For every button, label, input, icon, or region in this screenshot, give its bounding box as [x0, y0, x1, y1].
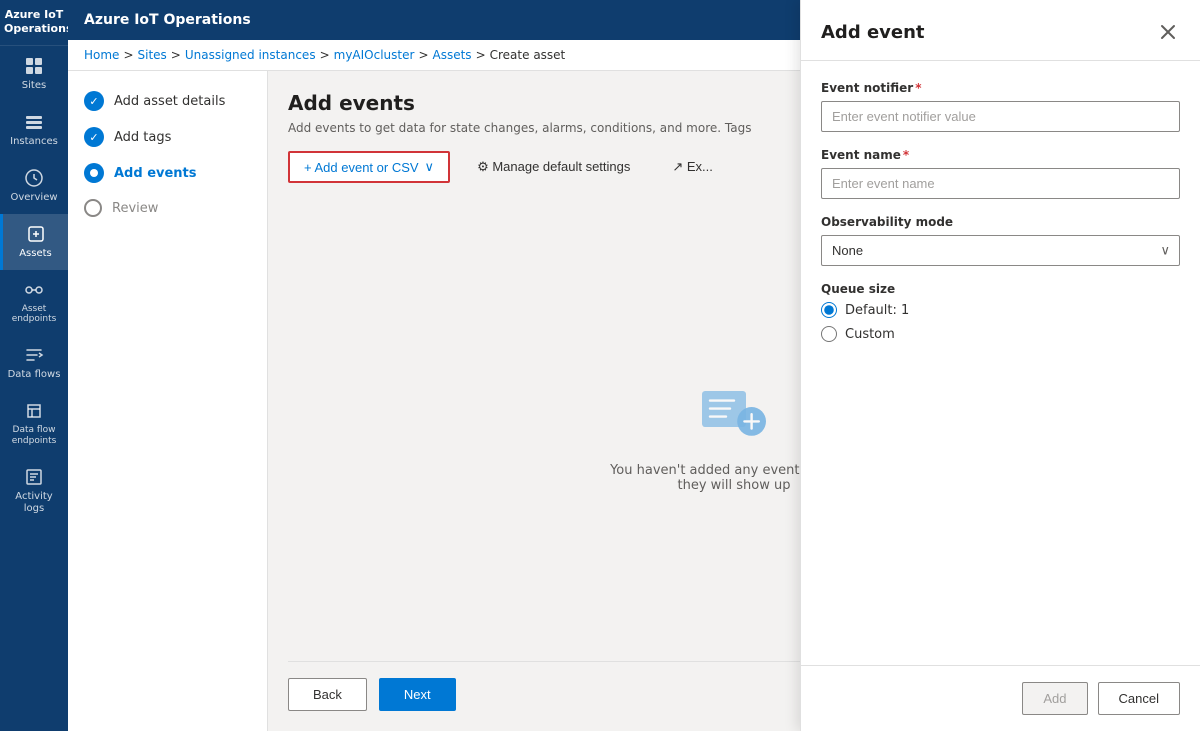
dropdown-chevron: ∨: [425, 159, 435, 175]
sidebar-item-data-flows[interactable]: Data flows: [0, 335, 68, 391]
sidebar-item-label: Overview: [10, 192, 57, 204]
breadcrumb-unassigned-instances[interactable]: Unassigned instances: [185, 48, 316, 62]
queue-size-default-radio[interactable]: [821, 302, 837, 318]
queue-size-custom-option[interactable]: Custom: [821, 326, 1180, 342]
panel-footer: Add Cancel: [801, 665, 1200, 731]
manage-settings-label: ⚙ Manage default settings: [477, 159, 630, 175]
add-event-csv-label: + Add event or CSV: [304, 160, 419, 175]
empty-text2: they will show up: [678, 478, 791, 493]
event-notifier-group: Event notifier*: [821, 81, 1180, 132]
close-icon: [1160, 24, 1176, 40]
observability-mode-label: Observability mode: [821, 215, 1180, 229]
cancel-button[interactable]: Cancel: [1098, 682, 1180, 715]
breadcrumb-assets[interactable]: Assets: [433, 48, 472, 62]
add-event-csv-button[interactable]: + Add event or CSV ∨: [288, 151, 450, 183]
empty-illustration: [694, 367, 774, 447]
step-label: Add events: [114, 166, 197, 181]
sidebar-item-overview[interactable]: Overview: [0, 158, 68, 214]
overview-icon: [24, 168, 44, 188]
event-notifier-label: Event notifier*: [821, 81, 1180, 95]
back-button[interactable]: Back: [288, 678, 367, 711]
sidebar: Azure IoT Operations Sites Instances Ove…: [0, 0, 68, 731]
observability-mode-group: Observability mode None Log Gauge Counte…: [821, 215, 1180, 266]
dataflows-icon: [24, 345, 44, 365]
sidebar-item-asset-endpoints[interactable]: Asset endpoints: [0, 270, 68, 336]
sidebar-item-label: Instances: [10, 136, 58, 148]
sidebar-item-label: Data flow endpoints: [4, 425, 64, 447]
main-content: Azure IoT Operations Home > Sites > Unas…: [68, 0, 1200, 731]
event-name-input[interactable]: [821, 168, 1180, 199]
required-star: *: [915, 81, 921, 95]
event-notifier-input[interactable]: [821, 101, 1180, 132]
export-label: ↗ Ex...: [672, 159, 713, 175]
step-icon-completed: ✓: [84, 127, 104, 147]
sidebar-item-activity-logs[interactable]: Activity logs: [0, 457, 68, 525]
queue-size-default-option[interactable]: Default: 1: [821, 302, 1180, 318]
event-name-group: Event name*: [821, 148, 1180, 199]
endpoints-icon: [24, 280, 44, 300]
steps-panel: ✓ Add asset details ✓ Add tags Add event…: [68, 71, 268, 731]
step-review: Review: [84, 199, 251, 217]
assets-icon: [26, 224, 46, 244]
sidebar-item-label: Assets: [19, 248, 52, 260]
step-icon-pending: [84, 199, 102, 217]
breadcrumb-sites[interactable]: Sites: [138, 48, 167, 62]
queue-size-default-label: Default: 1: [845, 303, 909, 318]
queue-size-group: Queue size Default: 1 Custom: [821, 282, 1180, 342]
queue-size-custom-label: Custom: [845, 327, 895, 342]
sidebar-item-label: Data flows: [8, 369, 61, 381]
close-panel-button[interactable]: [1156, 20, 1180, 44]
add-button[interactable]: Add: [1022, 682, 1087, 715]
step-icon-active: [84, 163, 104, 183]
instances-icon: [24, 112, 44, 132]
logs-icon: [24, 467, 44, 487]
panel-title: Add event: [821, 22, 925, 43]
event-name-label: Event name*: [821, 148, 1180, 162]
queue-size-custom-radio[interactable]: [821, 326, 837, 342]
export-button[interactable]: ↗ Ex...: [657, 152, 728, 182]
add-event-panel: Add event Event notifier* Event name*: [800, 0, 1200, 731]
app-header-title: Azure IoT Operations: [84, 12, 251, 28]
step-label: Review: [112, 201, 158, 216]
observability-mode-select-wrapper: None Log Gauge Counter Histogram ∨: [821, 235, 1180, 266]
step-add-asset-details: ✓ Add asset details: [84, 91, 251, 111]
panel-header: Add event: [801, 0, 1200, 61]
step-add-tags: ✓ Add tags: [84, 127, 251, 147]
queue-size-options: Default: 1 Custom: [821, 302, 1180, 342]
step-label: Add tags: [114, 130, 171, 145]
manage-settings-button[interactable]: ⚙ Manage default settings: [462, 152, 645, 182]
app-title: Azure IoT Operations: [0, 0, 68, 46]
sidebar-item-data-flow-endpoints[interactable]: Data flow endpoints: [0, 391, 68, 457]
next-button[interactable]: Next: [379, 678, 456, 711]
step-add-events: Add events: [84, 163, 251, 183]
dfendpoints-icon: [24, 401, 44, 421]
step-icon-completed: ✓: [84, 91, 104, 111]
sidebar-item-instances[interactable]: Instances: [0, 102, 68, 158]
breadcrumb-current: Create asset: [490, 48, 566, 62]
grid-icon: [24, 56, 44, 76]
required-star: *: [903, 148, 909, 162]
panel-body: Event notifier* Event name* Observabilit…: [801, 61, 1200, 665]
step-label: Add asset details: [114, 94, 225, 109]
breadcrumb-home[interactable]: Home: [84, 48, 119, 62]
breadcrumb-cluster[interactable]: myAIOcluster: [334, 48, 415, 62]
sidebar-item-sites[interactable]: Sites: [0, 46, 68, 102]
sidebar-item-label: Asset endpoints: [4, 304, 64, 326]
queue-size-label: Queue size: [821, 282, 1180, 296]
observability-mode-select[interactable]: None Log Gauge Counter Histogram: [821, 235, 1180, 266]
sidebar-item-label: Activity logs: [4, 491, 64, 515]
sidebar-item-assets[interactable]: Assets: [0, 214, 68, 270]
sidebar-item-label: Sites: [22, 80, 46, 92]
